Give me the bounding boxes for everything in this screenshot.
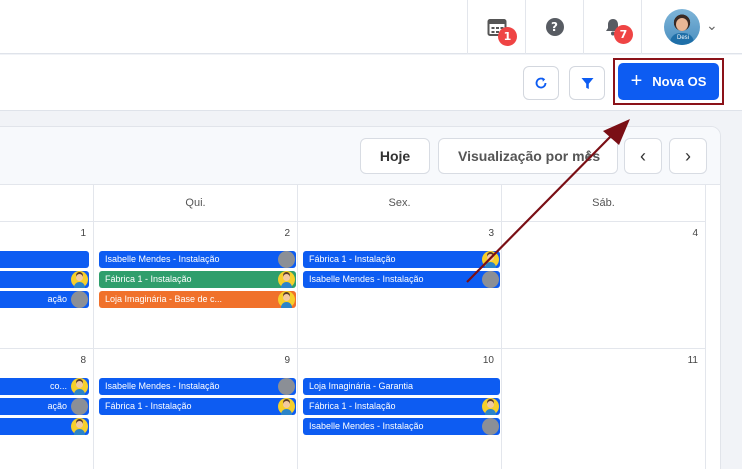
chevron-right-icon: › (685, 145, 691, 166)
unassigned-avatar-icon (482, 271, 499, 288)
filter-button[interactable] (569, 66, 605, 100)
calendar-day-cell[interactable]: 11 (502, 349, 706, 469)
day-number: 1 (80, 228, 86, 239)
day-number: 4 (692, 228, 698, 239)
calendar-badge: 1 (498, 27, 517, 46)
day-number: 2 (284, 228, 290, 239)
refresh-icon (535, 77, 547, 89)
calendar-event[interactable]: Fábrica 1 - Instalação (99, 398, 296, 415)
calendar-event[interactable]: Loja Imaginária - Garantia (303, 378, 500, 395)
unassigned-avatar-icon (71, 291, 88, 308)
day-number: 11 (687, 355, 698, 366)
unassigned-avatar-icon (482, 418, 499, 435)
calendar-event[interactable] (0, 251, 89, 268)
day-name-header (0, 185, 94, 222)
calendar-day-cell[interactable]: 10 Loja Imaginária - Garantia Fábrica 1 - … (298, 349, 502, 469)
event-label: Isabelle Mendes - Instalação (309, 274, 424, 284)
calendar-event[interactable]: Isabelle Mendes - Instalação (99, 251, 296, 268)
event-label: Fábrica 1 - Instalação (309, 254, 396, 264)
day-name-header: Qui. (94, 185, 298, 222)
nova-os-highlight: + Nova OS (613, 58, 724, 105)
calendar-event[interactable] (0, 271, 89, 288)
day-number: 10 (482, 355, 494, 366)
nova-os-button[interactable]: + Nova OS (618, 63, 719, 100)
calendar-shortcut-button[interactable]: 1 (467, 0, 525, 54)
technician-avatar (278, 398, 295, 415)
chevron-left-icon: ‹ (640, 145, 646, 166)
avatar-caption: Desi (677, 35, 690, 41)
view-select-label: Visualização por mês (458, 148, 601, 164)
calendar-card: Hoje Visualização por mês › ‹ › Qui. Sex.… (0, 126, 721, 469)
calendar-event[interactable]: co... (0, 378, 89, 395)
today-button[interactable]: Hoje (360, 138, 430, 174)
calendar-day-cell[interactable]: 8 co... ação (0, 349, 94, 469)
calendar-event[interactable]: Isabelle Mendes - Instalação (99, 378, 296, 395)
previous-month-button[interactable]: ‹ (624, 138, 662, 174)
calendar-day-cell[interactable]: 3 Fábrica 1 - Instalação Isabelle Mendes -… (298, 222, 502, 349)
event-label: Fábrica 1 - Instalação (309, 401, 396, 411)
technician-avatar (71, 271, 88, 288)
plus-icon: + (630, 69, 643, 92)
event-label: co... (49, 381, 67, 391)
calendar-header: Hoje Visualização por mês › ‹ › (0, 127, 720, 185)
unassigned-avatar-icon (278, 378, 295, 395)
event-label: Fábrica 1 - Instalação (105, 401, 192, 411)
refresh-button[interactable] (523, 66, 559, 100)
day-number: 9 (284, 355, 290, 366)
user-menu[interactable]: Desi ⌄ (641, 0, 742, 54)
event-label: Isabelle Mendes - Instalação (105, 381, 220, 391)
day-name-header: Sáb. (502, 185, 706, 222)
calendar-day-cell[interactable]: 1 ação (0, 222, 94, 349)
unassigned-avatar-icon (278, 251, 295, 268)
event-label: Loja Imaginária - Base de c... (105, 294, 223, 304)
technician-avatar (71, 418, 88, 435)
unassigned-avatar-icon (71, 398, 88, 415)
nova-os-label: Nova OS (652, 74, 707, 89)
technician-avatar (482, 398, 499, 415)
help-button[interactable]: ? (525, 0, 583, 54)
event-label: Isabelle Mendes - Instalação (105, 254, 220, 264)
calendar-day-cell[interactable]: 2 Isabelle Mendes - Instalação Fábrica 1 -… (94, 222, 298, 349)
calendar-event[interactable]: Fábrica 1 - Instalação (99, 271, 296, 288)
calendar-event[interactable]: Isabelle Mendes - Instalação (303, 418, 500, 435)
technician-avatar (71, 378, 88, 395)
view-select[interactable]: Visualização por mês › (438, 138, 618, 174)
event-label: Isabelle Mendes - Instalação (309, 421, 424, 431)
technician-avatar (482, 251, 499, 268)
top-header: 1 ? 7 Desi ⌄ (0, 0, 742, 54)
chevron-right-icon: › (586, 146, 591, 163)
calendar-day-cell[interactable]: 9 Isabelle Mendes - Instalação Fábrica 1 -… (94, 349, 298, 469)
event-label: Fábrica 1 - Instalação (105, 274, 192, 284)
event-label: ação (47, 294, 67, 304)
notifications-button[interactable]: 7 (583, 0, 641, 54)
event-label: ação (47, 401, 67, 411)
day-number: 8 (80, 355, 86, 366)
day-number: 3 (488, 228, 494, 239)
calendar-event[interactable]: Fábrica 1 - Instalação (303, 398, 500, 415)
calendar-event[interactable]: Loja Imaginária - Base de c... (99, 291, 296, 308)
day-name-header: Sex. (298, 185, 502, 222)
user-avatar: Desi (664, 9, 700, 45)
calendar-event[interactable]: Isabelle Mendes - Instalação (303, 271, 500, 288)
help-icon: ? (545, 18, 564, 36)
filter-icon (581, 77, 593, 89)
chevron-down-icon: ⌄ (706, 16, 718, 33)
calendar-event[interactable]: Fábrica 1 - Instalação (303, 251, 500, 268)
calendar-event[interactable]: ação (0, 398, 89, 415)
next-month-button[interactable]: › (669, 138, 707, 174)
calendar-day-cell[interactable]: 4 (502, 222, 706, 349)
technician-avatar (278, 271, 295, 288)
calendar-event[interactable]: ação (0, 291, 89, 308)
event-label: Loja Imaginária - Garantia (309, 381, 414, 391)
notifications-badge: 7 (614, 25, 633, 44)
calendar-event[interactable] (0, 418, 89, 435)
technician-avatar (278, 291, 295, 308)
calendar-grid: Qui. Sex. Sáb. 1 ação 2 Isabelle Mendes - Inst… (0, 185, 720, 469)
